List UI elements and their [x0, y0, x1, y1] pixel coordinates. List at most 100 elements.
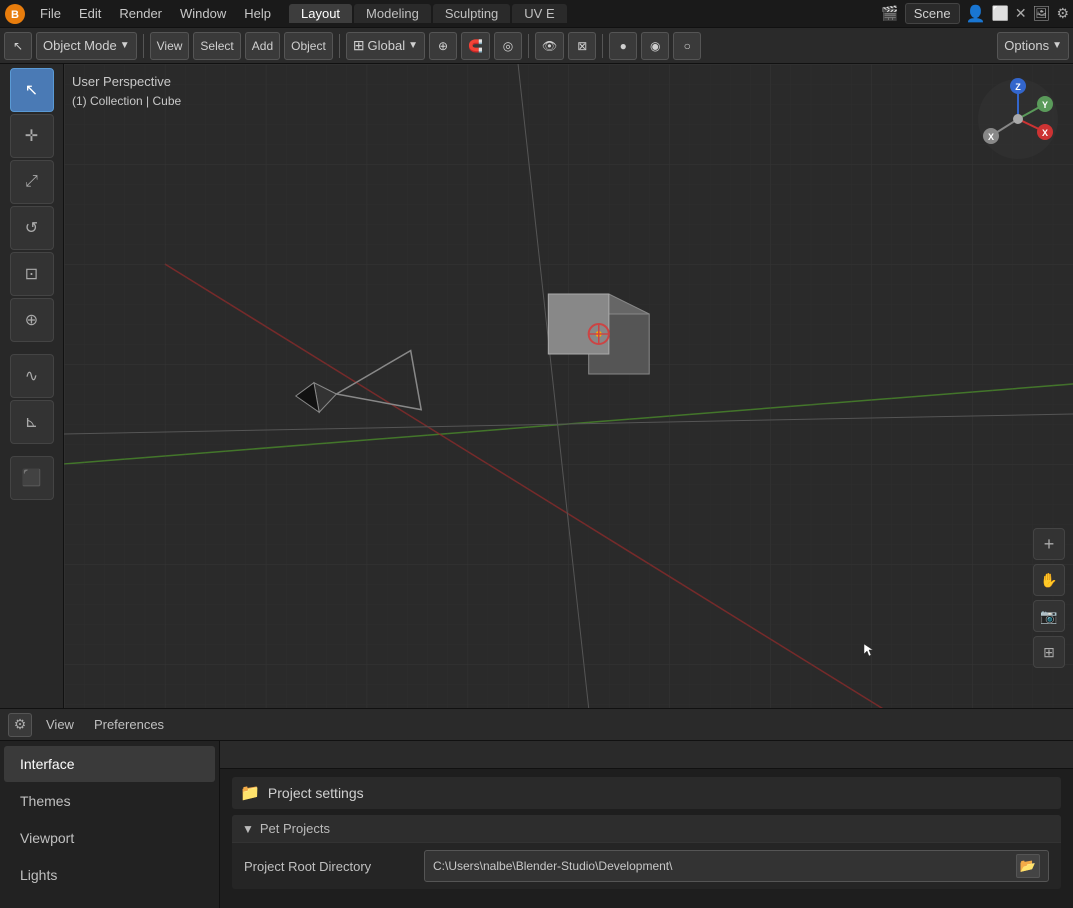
window-maximize-icon[interactable]: ⬜	[991, 5, 1008, 22]
move-tool-button[interactable]: ⤢	[10, 160, 54, 204]
add-button[interactable]: Add	[245, 32, 280, 60]
sidebar-item-viewport[interactable]: Viewport	[4, 820, 215, 856]
global-arrow-icon: ▼	[408, 40, 418, 51]
view-button[interactable]: View	[150, 32, 190, 60]
svg-text:B: B	[11, 9, 19, 21]
prefs-group-pet-projects: ▼ Pet Projects Project Root Directory C:…	[232, 815, 1061, 889]
sidebar-item-interface[interactable]: Interface	[4, 746, 215, 782]
scene-name-icon: 🎬	[881, 5, 898, 22]
sidebar-item-themes[interactable]: Themes	[4, 783, 215, 819]
proportional-edit-icon[interactable]: ◎	[494, 32, 522, 60]
bottom-toolbar: ⚙ View Preferences	[0, 709, 1073, 741]
project-root-label: Project Root Directory	[244, 859, 424, 874]
dropdown-arrow-icon: ▼	[120, 40, 130, 51]
xray-icon[interactable]: ⊠	[568, 32, 596, 60]
options-dropdown[interactable]: Options ▼	[997, 32, 1069, 60]
options-label: Options	[1004, 38, 1049, 53]
project-root-path: C:\Users\nalbe\Blender-Studio\Developmen…	[433, 859, 672, 873]
annotate-tool-button[interactable]: ∿	[10, 354, 54, 398]
prefs-section-project: 📁 Project settings ▼ Pet Projects Projec…	[220, 769, 1073, 903]
ortho-view-button[interactable]: ⊞	[1033, 636, 1065, 668]
separator-2	[339, 34, 340, 58]
sidebar-item-lights[interactable]: Lights	[4, 857, 215, 893]
prefs-group-label: Pet Projects	[260, 821, 330, 836]
user-icon: 👤	[966, 4, 986, 24]
transform-global-dropdown[interactable]: ⊞ Global ▼	[346, 32, 425, 60]
svg-text:Y: Y	[1042, 100, 1048, 110]
render-icon: 🖼	[1033, 5, 1051, 22]
navigation-gizmo[interactable]: Z Y X X	[973, 74, 1063, 164]
overlay-icon[interactable]: 👁	[535, 32, 564, 60]
left-tool-shelf: ↖ ✛ ⤢ ↺ ⊡ ⊕ ∿ ⊾ ⬛	[0, 64, 64, 708]
separator-1	[143, 34, 144, 58]
top-menu-bar: B File Edit Render Window Help Layout Mo…	[0, 0, 1073, 28]
viewport-info: User Perspective (1) Collection | Cube	[72, 72, 181, 110]
top-right-controls: 🎬 Scene 👤 ⬜ ✕ 🖼 ⚙	[881, 3, 1069, 24]
pivot-icon[interactable]: ⊕	[429, 32, 457, 60]
browse-folder-button[interactable]: 📂	[1016, 854, 1040, 878]
tab-layout[interactable]: Layout	[289, 4, 352, 23]
shading-render-icon[interactable]: ○	[673, 32, 701, 60]
menu-window[interactable]: Window	[172, 4, 234, 23]
preferences-content: Interface Themes Viewport Lights 📁 Proje…	[0, 741, 1073, 908]
folder-icon: 📁	[240, 783, 260, 803]
window-close-icon[interactable]: ✕	[1015, 5, 1027, 22]
mode-select-icon[interactable]: ↖	[4, 32, 32, 60]
measure-tool-button[interactable]: ⊾	[10, 400, 54, 444]
bottom-preferences-button[interactable]: Preferences	[88, 715, 170, 734]
project-root-value-container: C:\Users\nalbe\Blender-Studio\Developmen…	[424, 850, 1049, 882]
global-label: Global	[368, 38, 406, 53]
viewport-grid	[64, 64, 1073, 708]
viewport[interactable]: User Perspective (1) Collection | Cube Z…	[64, 64, 1073, 708]
separator-4	[602, 34, 603, 58]
prefs-main: 📁 Project settings ▼ Pet Projects Projec…	[220, 741, 1073, 908]
prefs-row-project-root: Project Root Directory C:\Users\nalbe\Bl…	[232, 842, 1061, 889]
main-area: ↖ ✛ ⤢ ↺ ⊡ ⊕ ∿ ⊾ ⬛	[0, 64, 1073, 708]
prefs-sidebar: Interface Themes Viewport Lights	[0, 741, 220, 908]
add-cube-tool-button[interactable]: ⬛	[10, 456, 54, 500]
scene-label[interactable]: Scene	[905, 3, 960, 24]
toolbar-bar: ↖ Object Mode ▼ View Select Add Object ⊞…	[0, 28, 1073, 64]
gear-icon: ⚙	[14, 716, 27, 733]
transform-tool-button[interactable]: ⊕	[10, 298, 54, 342]
bottom-view-button[interactable]: View	[40, 715, 80, 734]
object-mode-dropdown[interactable]: Object Mode ▼	[36, 32, 137, 60]
cursor-tool-button[interactable]: ✛	[10, 114, 54, 158]
pan-button[interactable]: ✋	[1033, 564, 1065, 596]
object-mode-label: Object Mode	[43, 38, 117, 53]
svg-text:Z: Z	[1015, 82, 1021, 92]
menu-edit[interactable]: Edit	[71, 4, 109, 23]
tab-uv-editor[interactable]: UV E	[512, 4, 566, 23]
svg-text:X: X	[988, 132, 994, 142]
settings-icon[interactable]: ⚙	[1056, 5, 1069, 22]
tab-modeling[interactable]: Modeling	[354, 4, 431, 23]
tab-sculpting[interactable]: Sculpting	[433, 4, 510, 23]
right-viewport-tools: + ✋ 📷 ⊞	[1033, 528, 1065, 668]
menu-file[interactable]: File	[32, 4, 69, 23]
scale-tool-button[interactable]: ⊡	[10, 252, 54, 296]
prefs-scroll-top	[220, 741, 1073, 769]
zoom-in-button[interactable]: +	[1033, 528, 1065, 560]
prefs-section-header[interactable]: 📁 Project settings	[232, 777, 1061, 809]
prefs-gear-button[interactable]: ⚙	[8, 713, 32, 737]
menu-help[interactable]: Help	[236, 4, 279, 23]
select-tool-button[interactable]: ↖	[10, 68, 54, 112]
menu-render[interactable]: Render	[111, 4, 170, 23]
snap-icon[interactable]: 🧲	[461, 32, 490, 60]
workspace-tabs: Layout Modeling Sculpting UV E	[289, 4, 567, 23]
svg-text:X: X	[1042, 128, 1048, 138]
shading-material-icon[interactable]: ◉	[641, 32, 669, 60]
shading-solid-icon[interactable]: ●	[609, 32, 637, 60]
bottom-panel: ⚙ View Preferences Interface Themes View…	[0, 708, 1073, 908]
collection-label: (1) Collection | Cube	[72, 92, 181, 110]
object-button[interactable]: Object	[284, 32, 333, 60]
chevron-down-icon: ▼	[242, 822, 254, 836]
select-button[interactable]: Select	[193, 32, 240, 60]
blender-logo-icon: B	[4, 3, 26, 25]
perspective-label: User Perspective	[72, 72, 181, 92]
prefs-group-header[interactable]: ▼ Pet Projects	[232, 815, 1061, 842]
rotate-tool-button[interactable]: ↺	[10, 206, 54, 250]
options-arrow-icon: ▼	[1052, 40, 1062, 51]
camera-view-button[interactable]: 📷	[1033, 600, 1065, 632]
folder-browse-icon: 📂	[1020, 858, 1036, 874]
